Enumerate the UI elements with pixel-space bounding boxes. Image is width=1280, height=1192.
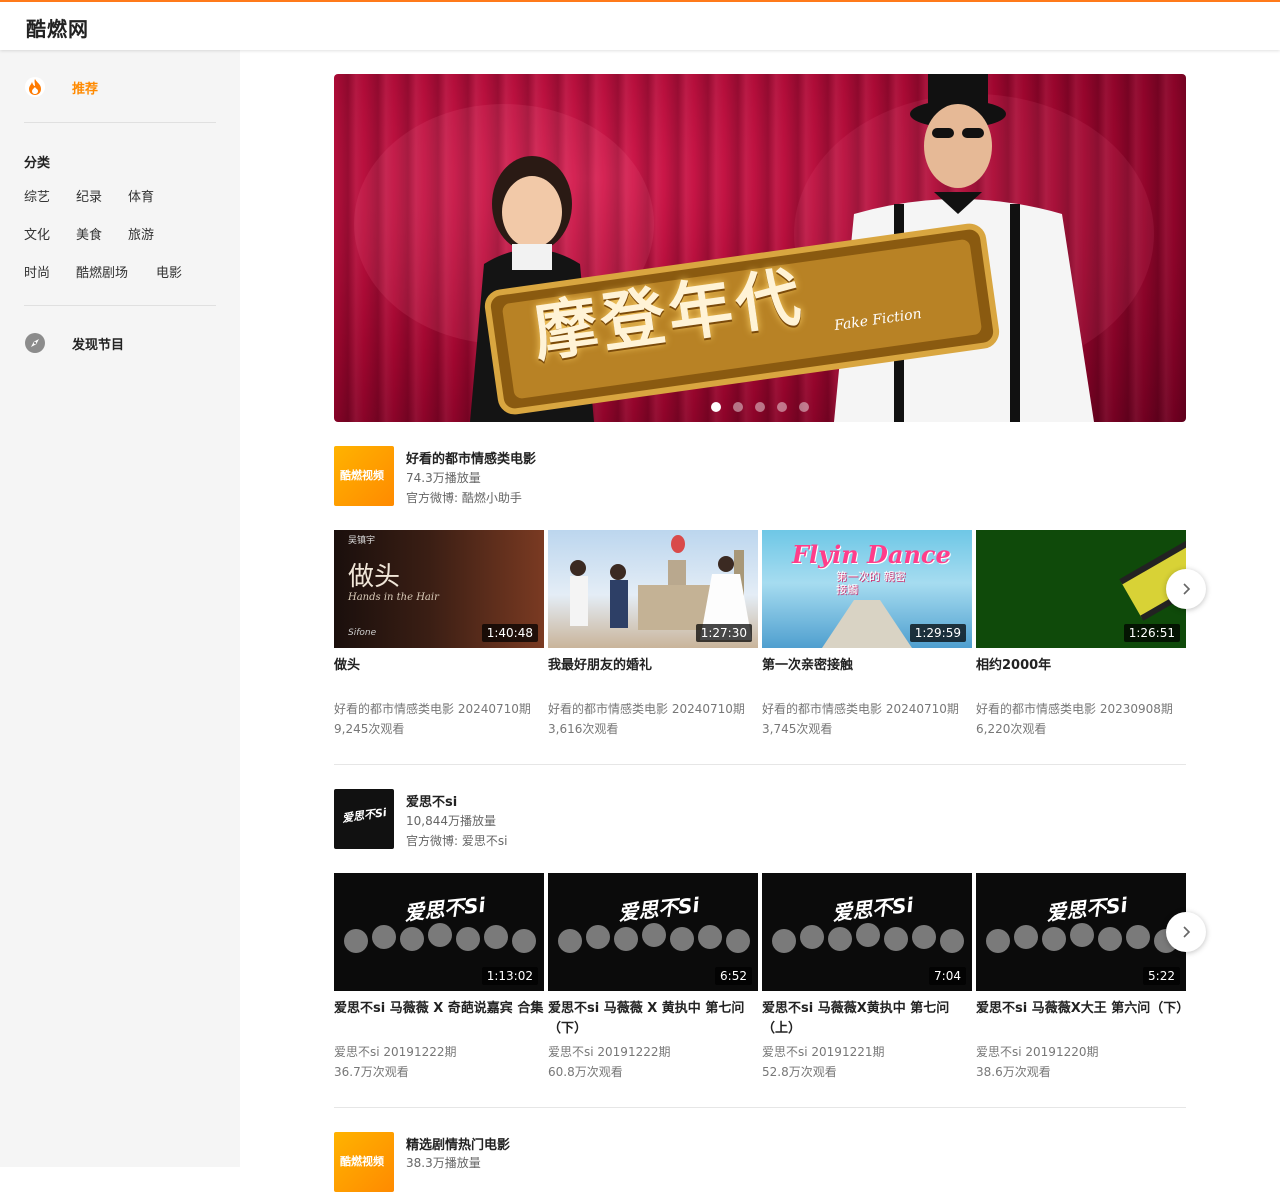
carousel-dots [711, 402, 809, 412]
channel-name[interactable]: 好看的都市情感类电影 [406, 448, 536, 467]
sidebar-item-discover-label: 发现节目 [72, 337, 125, 353]
video-meta: 爱思不si 20191222期 [334, 1045, 457, 1059]
channel-logo-text: 爱思不Si [341, 805, 388, 826]
sidebar-divider [24, 122, 216, 123]
channel-name[interactable]: 爱思不si [406, 791, 457, 810]
banner-artwork [354, 74, 1154, 422]
sidebar-item-culture[interactable]: 文化 [24, 224, 50, 243]
sidebar: 推荐 分类 综艺 纪录 体育 文化 美食 旅游 时尚 酷燃剧场 电影 发现节目 [0, 50, 240, 1167]
channel-logo[interactable]: 酷燃视频 [334, 446, 394, 506]
video-title[interactable]: 爱思不si 马薇薇 X 奇葩说嘉宾 合集 [334, 999, 544, 1019]
video-views: 36.7万次观看 [334, 1065, 409, 1079]
video-title[interactable]: 相约2000年 [976, 656, 1186, 676]
channel-plays: 10,844万播放量 [406, 814, 496, 828]
thumb-sub-text: Hands in the Hair [348, 592, 439, 603]
carousel-dot[interactable] [711, 402, 721, 412]
video-duration: 1:29:59 [909, 624, 966, 642]
video-title[interactable]: 爱思不si 马薇薇X黄执中 第七问（上） [762, 999, 972, 1039]
section-divider [334, 764, 1186, 765]
video-meta: 爱思不si 20191221期 [762, 1045, 885, 1059]
sidebar-item-variety[interactable]: 综艺 [24, 186, 50, 205]
video-meta: 好看的都市情感类电影 20240710期 [334, 702, 531, 716]
carousel-dot[interactable] [799, 402, 809, 412]
channel-name[interactable]: 精选剧情热门电影 [406, 1134, 510, 1153]
video-duration: 5:22 [1143, 967, 1180, 985]
channel-logo[interactable]: 酷燃视频 [334, 1132, 394, 1192]
sidebar-item-sports[interactable]: 体育 [128, 186, 154, 205]
thumb-top-text: 吴镇宇 [348, 536, 376, 546]
video-thumbnail[interactable]: 爱思不Si 1:13:02 [334, 873, 544, 991]
chevron-right-icon [1183, 583, 1191, 595]
video-duration: 1:40:48 [481, 624, 538, 642]
chevron-right-icon [1183, 926, 1191, 938]
video-title[interactable]: 第一次亲密接触 [762, 656, 972, 676]
video-title[interactable]: 做头 [334, 656, 544, 676]
carousel-dot[interactable] [777, 402, 787, 412]
video-duration: 1:27:30 [695, 624, 752, 642]
video-title[interactable]: 我最好朋友的婚礼 [548, 656, 758, 676]
compass-icon [24, 332, 46, 354]
carousel-next-button[interactable] [1166, 569, 1206, 609]
channel-logo[interactable]: 爱思不Si [334, 789, 394, 849]
video-thumbnail[interactable]: 爱思不Si 7:04 [762, 873, 972, 991]
video-views: 9,245次观看 [334, 722, 405, 736]
sidebar-item-movie[interactable]: 电影 [156, 262, 182, 281]
category-title: 分类 [24, 156, 51, 171]
hero-banner[interactable]: 摩登年代 Fake Fiction [334, 74, 1186, 422]
video-views: 3,745次观看 [762, 722, 833, 736]
video-duration: 6:52 [715, 967, 752, 985]
sidebar-item-recommend[interactable]: 推荐 [24, 74, 98, 100]
carousel-next-button[interactable] [1166, 912, 1206, 952]
video-views: 3,616次观看 [548, 722, 619, 736]
video-meta: 好看的都市情感类电影 20230908期 [976, 702, 1173, 716]
video-thumbnail[interactable]: Flyin Dance 第一次的 親密接觸 1:29:59 [762, 530, 972, 648]
carousel-dot[interactable] [755, 402, 765, 412]
sidebar-item-documentary[interactable]: 纪录 [76, 186, 102, 205]
video-views: 52.8万次观看 [762, 1065, 837, 1079]
video-thumbnail[interactable]: 吴镇宇 做头 Hands in the Hair Sifone 1:40:48 [334, 530, 544, 648]
sidebar-item-fashion[interactable]: 时尚 [24, 262, 50, 281]
site-logo[interactable]: 酷燃网 [26, 13, 89, 42]
carousel-dot[interactable] [733, 402, 743, 412]
video-views: 6,220次观看 [976, 722, 1047, 736]
video-duration: 1:13:02 [481, 967, 538, 985]
sidebar-item-food[interactable]: 美食 [76, 224, 102, 243]
video-thumbnail[interactable]: 1:27:30 [548, 530, 758, 648]
video-meta: 好看的都市情感类电影 20240710期 [762, 702, 959, 716]
video-meta: 好看的都市情感类电影 20240710期 [548, 702, 745, 716]
sidebar-divider [24, 305, 216, 306]
logo-text: 酷燃网 [26, 17, 89, 41]
video-views: 38.6万次观看 [976, 1065, 1051, 1079]
video-thumbnail[interactable]: 1:26:51 [976, 530, 1186, 648]
video-title[interactable]: 爱思不si 马薇薇 X 黄执中 第七问（下） [548, 999, 758, 1039]
channel-weibo[interactable]: 官方微博: 酷燃小助手 [406, 489, 522, 506]
thumb-brand-text: Sifone [348, 628, 377, 638]
section-divider [334, 1107, 1186, 1108]
video-thumbnail[interactable]: 爱思不Si 6:52 [548, 873, 758, 991]
channel-weibo[interactable]: 官方微博: 爱思不si [406, 832, 507, 849]
sidebar-item-recommend-label: 推荐 [72, 81, 99, 97]
sidebar-item-discover[interactable]: 发现节目 [24, 330, 124, 356]
channel-plays: 74.3万播放量 [406, 471, 481, 485]
fire-icon [24, 76, 46, 98]
video-meta: 爱思不si 20191220期 [976, 1045, 1099, 1059]
video-duration: 1:26:51 [1123, 624, 1180, 642]
sidebar-item-theater[interactable]: 酷燃剧场 [76, 262, 128, 281]
video-thumbnail[interactable]: 爱思不Si 5:22 [976, 873, 1186, 991]
video-title[interactable]: 爱思不si 马薇薇X大王 第六问（下） [976, 999, 1189, 1019]
channel-plays: 38.3万播放量 [406, 1156, 481, 1170]
video-duration: 7:04 [929, 967, 966, 985]
top-bar: 酷燃网 [0, 0, 1280, 50]
video-meta: 爱思不si 20191222期 [548, 1045, 671, 1059]
sidebar-item-travel[interactable]: 旅游 [128, 224, 154, 243]
thumb-title-text: 做头 [348, 562, 401, 592]
channel-logo-text: 酷燃视频 [340, 469, 384, 482]
video-views: 60.8万次观看 [548, 1065, 623, 1079]
